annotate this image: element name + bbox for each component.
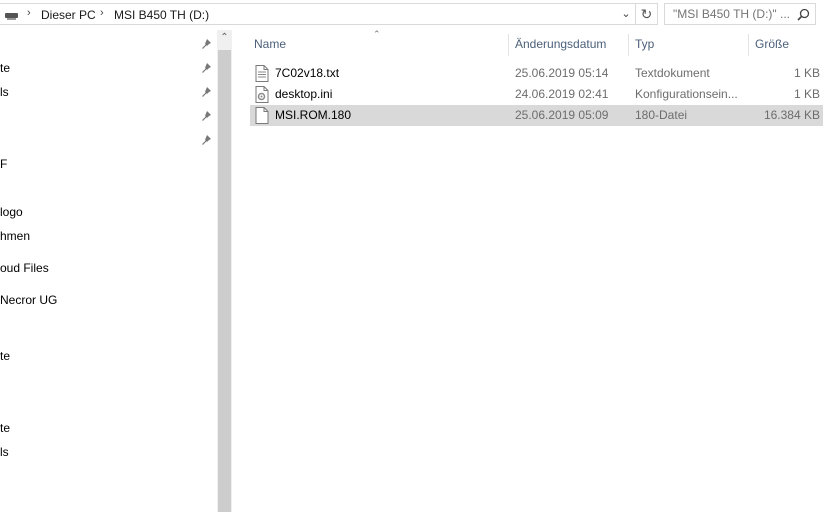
file-date: 25.06.2019 05:09	[515, 108, 609, 122]
file-size: 1 KB	[793, 87, 820, 101]
column-divider[interactable]	[748, 34, 749, 56]
breadcrumb-separator[interactable]: ›	[27, 7, 31, 19]
search-input[interactable]	[673, 6, 791, 22]
file-name: 7C02v18.txt	[275, 66, 340, 80]
nav-item[interactable]: ls	[0, 82, 9, 102]
pin-icon[interactable]	[201, 38, 213, 50]
scrollbar-thumb[interactable]	[218, 50, 231, 512]
pin-icon[interactable]	[201, 110, 213, 122]
navigation-pane: te ls F logo hmen oud Files Necror UG te…	[0, 30, 232, 512]
file-type: 180-Datei	[635, 108, 688, 122]
nav-item[interactable]: oud Files	[0, 258, 49, 278]
scroll-up-icon[interactable]: ⌃	[217, 32, 232, 48]
pin-icon[interactable]	[201, 86, 213, 98]
file-size: 16.384 KB	[763, 108, 820, 122]
pin-icon[interactable]	[201, 62, 213, 74]
nav-item[interactable]: ls	[0, 442, 9, 462]
file-size: 1 KB	[793, 66, 820, 80]
text-file-icon	[255, 65, 269, 82]
nav-item[interactable]: Necror UG	[0, 290, 57, 310]
file-name: desktop.ini	[275, 87, 333, 101]
search-box[interactable]	[664, 3, 816, 25]
column-divider[interactable]	[508, 34, 509, 56]
blank-file-icon	[255, 107, 269, 124]
file-type: Textdokument	[635, 66, 710, 80]
nav-item[interactable]: F	[0, 154, 7, 174]
nav-item[interactable]: te	[0, 58, 10, 78]
column-header-type[interactable]: Typ	[635, 30, 654, 58]
breadcrumb-item-this-pc[interactable]: Dieser PC	[41, 8, 96, 22]
sort-ascending-icon: ⌃	[373, 29, 381, 39]
column-divider[interactable]	[628, 34, 629, 56]
file-date: 24.06.2019 02:41	[515, 87, 609, 101]
address-dropdown-icon[interactable]: ⌄	[619, 7, 633, 23]
column-header-name[interactable]: Name	[254, 30, 286, 58]
file-row[interactable]: 7C02v18.txt 25.06.2019 05:14 Textdokumen…	[250, 63, 823, 84]
column-header-size[interactable]: Größe	[755, 30, 789, 58]
nav-item[interactable]: te	[0, 346, 10, 366]
breadcrumb-separator[interactable]: ›	[100, 7, 104, 19]
drive-icon	[5, 13, 18, 20]
file-date: 25.06.2019 05:14	[515, 66, 609, 80]
column-header-date[interactable]: Änderungsdatum	[515, 30, 606, 58]
file-list: ⌃ Name Änderungsdatum Typ Größe 7C02v18.…	[237, 29, 828, 512]
nav-scrollbar[interactable]: ⌃	[217, 30, 232, 512]
file-type: Konfigurationsein...	[635, 87, 738, 101]
nav-item[interactable]: te	[0, 418, 10, 438]
file-row[interactable]: MSI.ROM.180 25.06.2019 05:09 180-Datei 1…	[250, 105, 823, 126]
search-icon[interactable]	[797, 8, 810, 21]
file-name: MSI.ROM.180	[275, 108, 352, 122]
address-bar[interactable]: › Dieser PC › MSI B450 TH (D:) ⌄	[0, 3, 636, 25]
nav-item[interactable]: hmen	[0, 226, 30, 246]
nav-item[interactable]: logo	[0, 202, 23, 222]
file-row[interactable]: desktop.ini 24.06.2019 02:41 Konfigurati…	[250, 84, 823, 105]
pin-icon[interactable]	[201, 134, 213, 146]
settings-file-icon	[255, 86, 269, 103]
address-bar-row: › Dieser PC › MSI B450 TH (D:) ⌄ ↻	[0, 0, 828, 30]
breadcrumb-item-drive[interactable]: MSI B450 TH (D:)	[114, 8, 209, 22]
refresh-button[interactable]: ↻	[636, 3, 658, 25]
